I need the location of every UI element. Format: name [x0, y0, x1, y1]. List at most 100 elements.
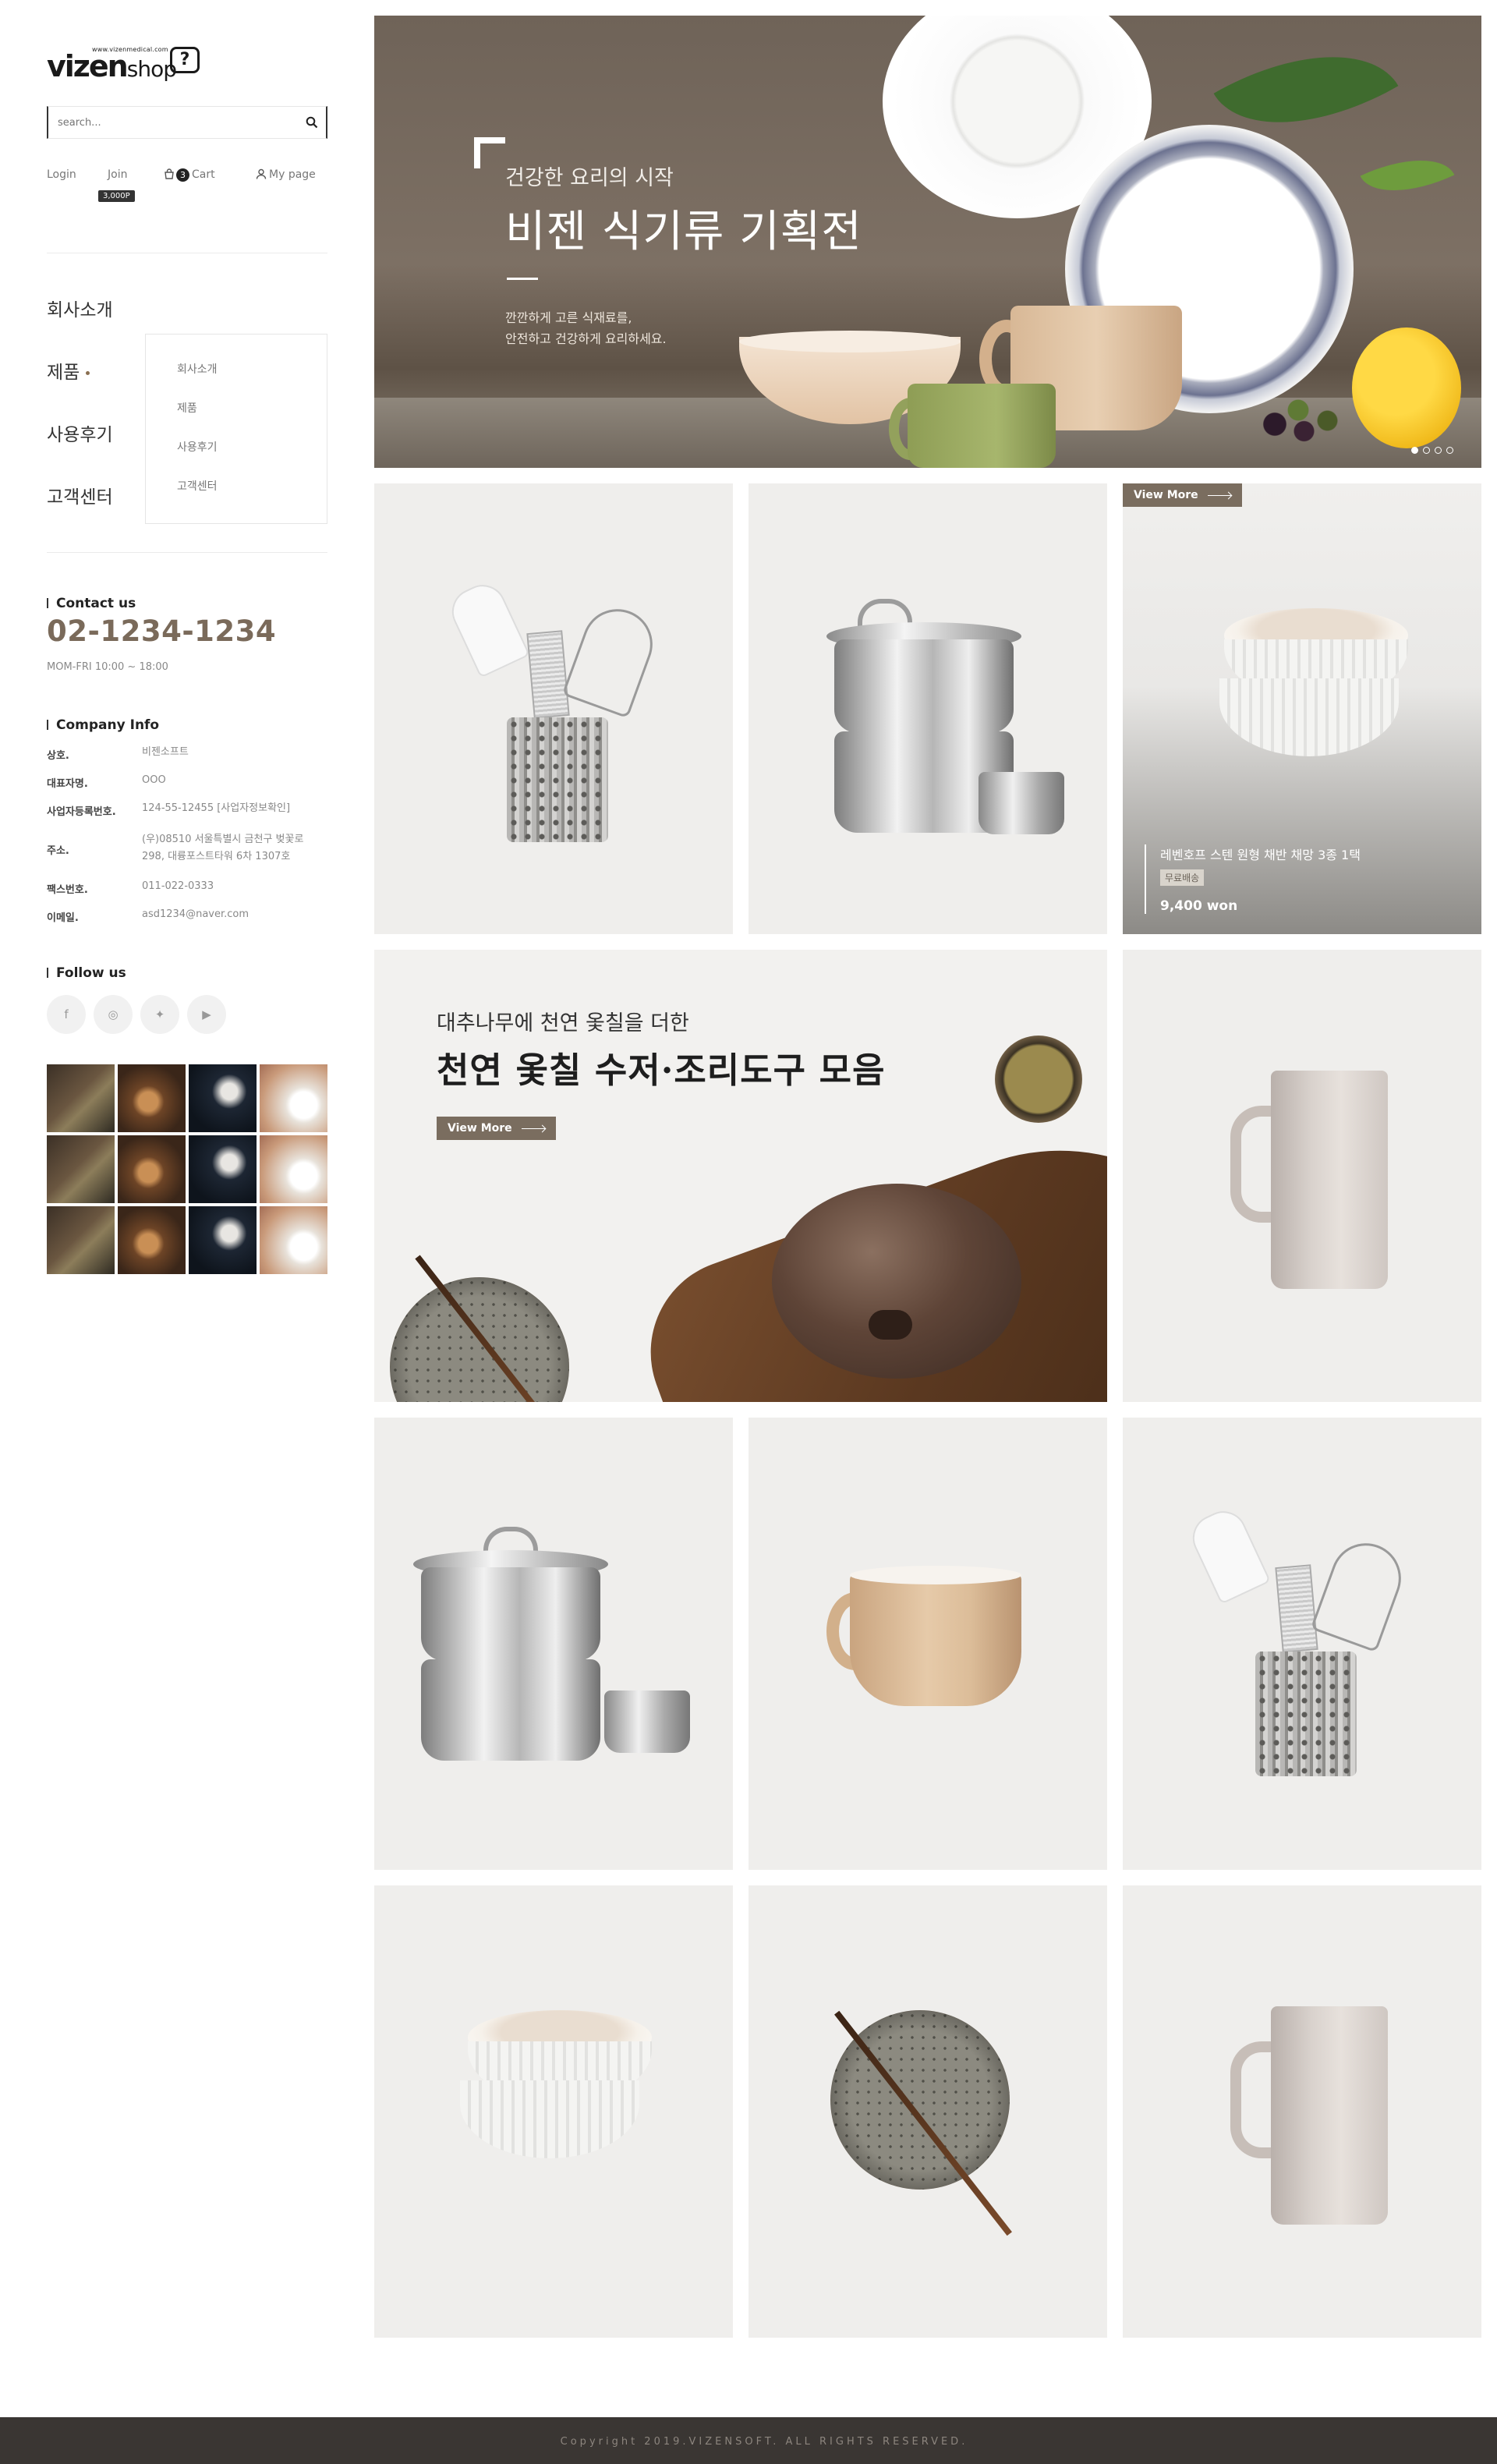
info-value: 비젠소프트	[142, 746, 189, 758]
cart-label: Cart	[192, 168, 215, 181]
arrow-right-icon	[1207, 494, 1231, 496]
product-tile-tan-cup[interactable]	[748, 1418, 1107, 1870]
utility-links: Login Join 3,000P 3 Cart My page	[47, 168, 327, 202]
submenu-item-products[interactable]: 제품	[177, 400, 197, 416]
info-key: 주소.	[47, 845, 69, 857]
info-key: 사업자등록번호.	[47, 806, 116, 818]
free-shipping-badge: 무료배송	[1160, 869, 1205, 886]
featured-product-tile[interactable]: View More 레벤호프 스텐 원형 채반 채망 3종 1택 무료배송 9,…	[1123, 483, 1481, 934]
nav-item-reviews[interactable]: 사용후기	[47, 420, 113, 446]
promo-view-more-button[interactable]: View More	[437, 1117, 556, 1140]
hero-desc-line: 안전하고 건강하게 요리하세요.	[505, 331, 667, 346]
spatula-illustration	[1185, 1503, 1271, 1605]
gallery-thumb[interactable]	[47, 1206, 115, 1274]
info-value: OOO	[142, 774, 166, 786]
cart-link[interactable]: 3 Cart	[164, 168, 215, 182]
nav-submenu: 회사소개 제품 사용후기 고객센터	[145, 334, 327, 524]
instagram-icon[interactable]: ◎	[94, 995, 133, 1034]
company-info-title: Company Info	[47, 717, 159, 733]
product-tile-steamer-pot[interactable]	[748, 483, 1107, 934]
slider-dots	[1407, 442, 1453, 457]
bag-icon	[165, 168, 174, 179]
facebook-icon[interactable]: f	[47, 995, 86, 1034]
hero-green-mug	[908, 384, 1056, 468]
twitter-icon[interactable]: ✦	[140, 995, 179, 1034]
slider-dot[interactable]	[1435, 447, 1442, 454]
gallery-thumb[interactable]	[189, 1206, 257, 1274]
gallery-thumb[interactable]	[118, 1064, 186, 1132]
featured-product-info: 레벤호프 스텐 원형 채반 채망 3종 1택 무료배송 9,400 won	[1145, 844, 1361, 914]
contact-phone: 02-1234-1234	[47, 614, 277, 648]
tall-mug-illustration	[1271, 2006, 1388, 2225]
product-name[interactable]: 레벤호프 스텐 원형 채반 채망 3종 1택	[1160, 844, 1361, 863]
submenu-item-company[interactable]: 회사소개	[177, 361, 218, 377]
hero-leaf	[1360, 140, 1455, 211]
gallery-thumb[interactable]	[47, 1135, 115, 1203]
gallery-thumb[interactable]	[118, 1206, 186, 1274]
site-logo[interactable]: www.vizenmedical.com vizenshop ?	[47, 43, 218, 83]
hero-title: 비젠 식기류 기획전	[505, 207, 862, 257]
utensil-holder-illustration	[507, 717, 608, 842]
user-icon	[256, 168, 267, 179]
hero-lemon	[1352, 327, 1461, 448]
pot-illustration	[421, 1659, 600, 1761]
hero-banner[interactable]: 건강한 요리의 시작 비젠 식기류 기획전 깐깐하게 고른 식재료를, 안전하고…	[374, 16, 1481, 468]
product-price: 9,400 won	[1160, 898, 1238, 914]
nav-item-products[interactable]: 제품	[47, 357, 90, 384]
search-input[interactable]	[48, 107, 282, 138]
product-tile-utensil-holder[interactable]	[1123, 1418, 1481, 1870]
product-tile-utensil-holder[interactable]	[374, 483, 733, 934]
hero-description: 깐깐하게 고른 식재료를, 안전하고 건강하게 요리하세요.	[505, 307, 667, 349]
gallery-thumb[interactable]	[260, 1064, 327, 1132]
spatula-illustration	[444, 577, 530, 678]
gallery-thumb[interactable]	[189, 1135, 257, 1203]
gallery-thumb[interactable]	[260, 1206, 327, 1274]
product-tile-bowls[interactable]	[374, 1885, 733, 2338]
product-tile-steamer-pot[interactable]	[374, 1418, 733, 1870]
info-value: 124-55-12455 [사업자정보확인]	[142, 802, 291, 814]
gallery-thumb[interactable]	[260, 1135, 327, 1203]
submenu-item-support[interactable]: 고객센터	[177, 478, 218, 494]
mypage-link[interactable]: My page	[256, 168, 316, 181]
info-key: 이메일.	[47, 912, 79, 924]
mypage-label: My page	[269, 168, 316, 181]
promo-banner[interactable]: 대추나무에 천연 옻칠을 더한 천연 옻칠 수저·조리도구 모음 View Mo…	[374, 950, 1107, 1402]
promo-title: 천연 옻칠 수저·조리도구 모음	[437, 1050, 886, 1091]
hero-peach-bowl-rim	[739, 331, 961, 352]
follow-us-title: Follow us	[47, 965, 126, 981]
product-tile-tall-mug[interactable]	[1123, 1885, 1481, 2338]
slider-dot[interactable]	[1423, 447, 1430, 454]
sidebar-divider	[47, 552, 327, 553]
hero-desc-line: 깐깐하게 고른 식재료를,	[505, 310, 632, 325]
tan-cup-rim-illustration	[850, 1566, 1021, 1584]
info-value: (우)08510 서울특별시 금천구 벚꽃로 298, 대륭포스트타워 6차 1…	[142, 834, 304, 862]
clay-pot-knob-illustration	[869, 1310, 912, 1340]
slider-dot[interactable]	[1446, 447, 1453, 454]
active-dot	[86, 371, 90, 375]
gallery-thumb[interactable]	[189, 1064, 257, 1132]
search-box	[47, 106, 327, 139]
hero-olives	[1240, 382, 1357, 452]
hero-subtitle: 건강한 요리의 시작	[505, 166, 674, 190]
featured-view-more-button[interactable]: View More	[1123, 483, 1242, 507]
search-icon[interactable]	[306, 116, 318, 129]
nav-item-support[interactable]: 고객센터	[47, 482, 113, 508]
gallery-thumb[interactable]	[47, 1064, 115, 1132]
youtube-icon[interactable]: ▶	[187, 995, 226, 1034]
promo-subtitle: 대추나무에 천연 옻칠을 더한	[437, 1011, 689, 1036]
product-tile-stone-plate[interactable]	[748, 1885, 1107, 2338]
clay-pot-illustration	[772, 1184, 1021, 1379]
login-link[interactable]: Login	[47, 168, 76, 181]
product-tile-tall-mug[interactable]	[1123, 950, 1481, 1402]
grater-illustration	[526, 630, 570, 719]
submenu-item-reviews[interactable]: 사용후기	[177, 439, 218, 455]
tea-cup-illustration	[995, 1036, 1082, 1123]
contact-hours: MOM-FRI 10:00 ~ 18:00	[47, 661, 168, 673]
gallery-thumb[interactable]	[118, 1135, 186, 1203]
cart-count-badge: 3	[176, 168, 189, 182]
slider-dot[interactable]	[1411, 447, 1418, 454]
small-pot-illustration	[604, 1690, 690, 1753]
join-link[interactable]: Join	[108, 168, 127, 181]
nav-item-company[interactable]: 회사소개	[47, 295, 113, 321]
site-footer: Copyright 2019.VIZENSOFT. ALL RIGHTS RES…	[0, 2417, 1497, 2464]
